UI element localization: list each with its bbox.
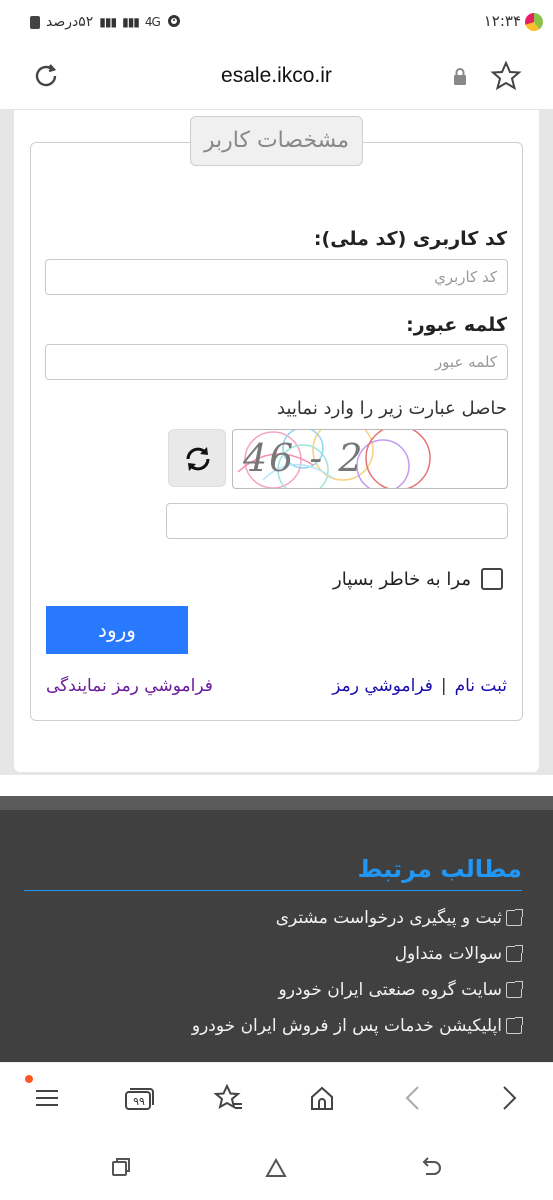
home-nav-icon[interactable]: [263, 1154, 289, 1180]
bookmarks-icon[interactable]: [213, 1083, 244, 1113]
related-item-label[interactable]: سایت گروه صنعتی ایران خودرو: [279, 980, 502, 1000]
related-item[interactable]: ثبت و پیگیری درخواست مشتری: [276, 908, 523, 928]
notification-dot: [25, 1075, 33, 1083]
external-link-icon: [506, 945, 523, 962]
tabs-count: ۹۹: [133, 1095, 145, 1108]
bookmark-star-icon[interactable]: [490, 60, 522, 92]
status-left-group: 4G ▮▮▮ ▮▮▮ ۵۲درصد: [30, 12, 182, 32]
tabs-icon[interactable]: ۹۹: [122, 1083, 156, 1113]
password-label: کلمه عبور:: [406, 314, 507, 336]
captcha-hint: حاصل عبارت زیر را وارد نمایید: [277, 398, 507, 419]
url-text[interactable]: esale.ikco.ir: [0, 64, 553, 88]
remember-checkbox[interactable]: [481, 568, 503, 590]
external-link-icon: [506, 1017, 523, 1034]
remember-label: مرا به خاطر بسپار: [333, 568, 471, 590]
external-link-icon: [506, 981, 523, 998]
signal-icon-1: ▮▮▮: [122, 15, 140, 29]
home-icon[interactable]: [307, 1083, 337, 1113]
back-icon[interactable]: [399, 1083, 429, 1113]
account-links: ثبت نام | فراموشي رمز: [332, 676, 507, 696]
register-link[interactable]: ثبت نام: [455, 676, 507, 696]
related-title: مطالب مرتبط: [357, 855, 522, 883]
username-input[interactable]: کد کاربري: [45, 259, 508, 295]
external-link-icon: [506, 909, 523, 926]
captcha-image: 46 - 2: [232, 429, 508, 489]
link-separator: |: [440, 676, 447, 696]
forgot-password-link[interactable]: فراموشي رمز: [332, 676, 433, 696]
related-item[interactable]: اپلیکیشن خدمات پس از فروش ایران خودرو: [192, 1016, 523, 1036]
refresh-icon: [186, 447, 210, 471]
network-type: 4G: [144, 15, 161, 29]
related-item[interactable]: سایت گروه صنعتی ایران خودرو: [279, 980, 523, 1000]
menu-icon[interactable]: [32, 1083, 62, 1113]
back-nav-icon[interactable]: [418, 1154, 444, 1180]
browser-bottom-bar: ۹۹: [0, 1062, 553, 1134]
related-item-label[interactable]: اپلیکیشن خدمات پس از فروش ایران خودرو: [192, 1016, 502, 1036]
alarm-icon: [166, 12, 182, 32]
forward-icon[interactable]: [493, 1083, 523, 1113]
username-label: کد کاربری (کد ملی):: [313, 228, 507, 250]
related-divider: [24, 890, 522, 891]
footer-top-strip: [0, 796, 553, 810]
related-item-label[interactable]: ثبت و پیگیری درخواست مشتری: [276, 908, 502, 928]
browser-url-bar: esale.ikco.ir: [0, 44, 553, 110]
captcha-refresh-button[interactable]: [168, 429, 226, 487]
battery-icon: [30, 15, 40, 29]
lock-icon[interactable]: [450, 66, 470, 88]
captcha-input[interactable]: [166, 503, 508, 539]
captcha-text: 46 - 2: [243, 436, 365, 480]
fieldset-legend: مشخصات کاربر: [190, 116, 363, 166]
login-button[interactable]: ورود: [46, 606, 188, 654]
status-bar: ۱۲:۳۴ 4G ▮▮▮ ▮▮▮ ۵۲درصد: [0, 0, 553, 44]
app-notification-icon: [525, 13, 543, 31]
remember-me[interactable]: مرا به خاطر بسپار: [333, 568, 503, 590]
system-nav-bar: [0, 1134, 553, 1200]
status-time: ۱۲:۳۴: [483, 12, 521, 30]
recent-apps-icon[interactable]: [108, 1154, 134, 1180]
password-input[interactable]: کلمه عبور: [45, 344, 508, 380]
forgot-agency-password-link[interactable]: فراموشي رمز نمایندگی: [46, 676, 213, 696]
related-item[interactable]: سوالات متداول: [395, 944, 523, 964]
battery-text: ۵۲درصد: [46, 14, 94, 30]
signal-icon-2: ▮▮▮: [99, 15, 117, 29]
related-item-label[interactable]: سوالات متداول: [395, 944, 502, 964]
